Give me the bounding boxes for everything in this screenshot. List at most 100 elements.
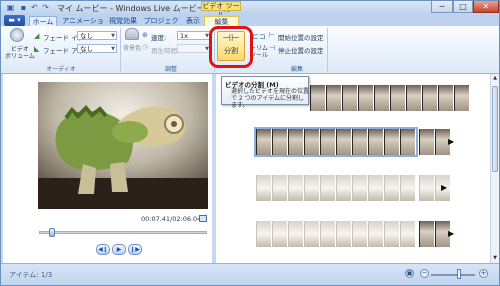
undo-icon[interactable]: ↶ [29,2,40,13]
background-color-label[interactable]: 背景色 [123,43,141,52]
film-frame [272,175,287,201]
clip-strip[interactable] [419,129,450,155]
film-frame [336,221,351,247]
previous-frame-button[interactable]: ◀❙ [96,244,110,255]
fullscreen-icon[interactable] [199,215,207,222]
film-frame [304,175,319,201]
tab-view[interactable]: 表示 [182,16,204,26]
video-volume-label[interactable]: ビデオ ボリューム [5,46,35,60]
film-frame [419,221,434,247]
film-frame [336,129,351,155]
clip-strip[interactable] [256,175,416,201]
minimize-button[interactable]: ─ [431,1,453,13]
timestamp: 00:07.41/02:06.04 [141,215,202,223]
film-frame [358,85,373,111]
seek-slider[interactable] [39,231,207,234]
tooltip-body: 選択したビデオを現在の位置で 2 つのアイテムに分割します。 [231,88,310,109]
next-frame-button[interactable]: ❙▶ [128,244,142,255]
scroll-up-icon[interactable]: ▲ [491,74,499,82]
redo-icon[interactable]: ↷ [40,2,51,13]
highlight-ring [209,26,253,68]
fade-out-select[interactable]: なし ▼ [77,44,117,53]
clip-strip[interactable] [419,221,450,247]
zoom-thumb[interactable] [457,269,461,279]
film-frame [400,175,415,201]
film-frame [406,85,421,111]
clip-strip[interactable] [256,221,416,247]
play-button[interactable]: ▶ [112,244,126,255]
tab-animations[interactable]: アニメーション [61,16,105,35]
zoom-out-icon[interactable]: − [420,269,429,278]
film-frame [374,85,389,111]
video-preview[interactable] [38,82,208,209]
app-menu-button[interactable]: ▬ ▾ [4,15,25,26]
film-frame [352,221,367,247]
set-end-icon[interactable]: ⊣ [269,44,275,52]
chevron-down-icon: ▼ [111,33,115,39]
film-frame [400,129,415,155]
fade-out-icon: ◣ [34,45,40,53]
tab-home[interactable]: ホーム [29,16,57,26]
adjust-group-label: 調整 [164,66,177,73]
ribbon-tabs: ▬ ▾ ホーム アニメーション 視覚効果 プロジェクト 表示 編集 [1,15,499,35]
tab-edit[interactable]: 編集 [204,16,239,26]
save-icon[interactable]: ▪ [18,2,29,13]
scroll-down-icon[interactable]: ▼ [491,254,499,262]
trim-tool-icon[interactable]: ⊏⊐ [252,32,265,41]
chevron-down-icon: ▼ [111,46,115,52]
duration-label: 再生時間: [151,47,180,55]
maximize-button[interactable]: □ [453,1,473,13]
set-end-button[interactable]: 停止位置の設定 [278,45,324,55]
film-frame [454,85,469,111]
fade-in-select[interactable]: なし ▼ [77,31,117,40]
tab-visual-effects[interactable]: 視覚効果 [107,16,139,26]
storyboard-scrollbar[interactable]: ▲ ▼ [490,74,499,263]
clip-strip[interactable] [310,85,469,111]
speed-icon: ⊛ [142,31,148,39]
film-frame [288,175,303,201]
video-tools-header: ビデオ ツール [201,1,241,19]
set-start-icon[interactable]: ⊢ [269,31,275,39]
seek-thumb[interactable] [48,228,55,237]
film-frame [368,175,383,201]
clip-strip[interactable] [419,175,450,201]
close-button[interactable]: ✕ [473,1,499,13]
app-icon[interactable]: ▣ [5,2,16,13]
film-frame [352,175,367,201]
film-frame [342,85,357,111]
film-frame [320,221,335,247]
playback-controls: ◀❙ ▶ ❙▶ [96,244,142,255]
video-volume-icon[interactable] [10,28,24,42]
group-separator [327,28,328,72]
item-count: アイテム: 1/3 [9,271,53,279]
film-frame [304,221,319,247]
background-color-icon[interactable] [125,28,139,40]
clip-strip-selected[interactable] [254,127,418,157]
clip-end-marker: ▶ [448,137,455,146]
group-separator [120,28,121,72]
film-frame [368,129,383,155]
speed-value: 1x [180,32,188,40]
film-frame [320,175,335,201]
clip-end-marker: ▶ [448,229,455,238]
speed-select[interactable]: 1x ▼ [177,31,211,40]
film-frame [272,221,287,247]
film-frame [419,175,434,201]
duration-select[interactable]: ▼ [177,44,211,53]
thumbnail-size-icon[interactable]: ▣ [405,269,414,278]
set-start-button[interactable]: 開始位置の設定 [278,32,324,42]
film-frame [304,129,319,155]
clip-end-marker: ▶ [441,183,448,192]
film-frame [326,85,341,111]
fade-out-value: なし [80,45,93,53]
scroll-thumb[interactable] [492,86,498,172]
zoom-in-icon[interactable]: + [479,269,488,278]
tab-project[interactable]: プロジェクト [142,16,180,35]
split-tooltip: ビデオの分割 (M) 選択したビデオを現在の位置で 2 つのアイテムに分割します… [221,76,309,109]
film-frame [384,175,399,201]
film-frame [256,129,271,155]
zoom-slider[interactable] [431,274,475,276]
film-frame [352,129,367,155]
film-frame [419,129,434,155]
fade-in-icon: ◢ [34,32,40,40]
